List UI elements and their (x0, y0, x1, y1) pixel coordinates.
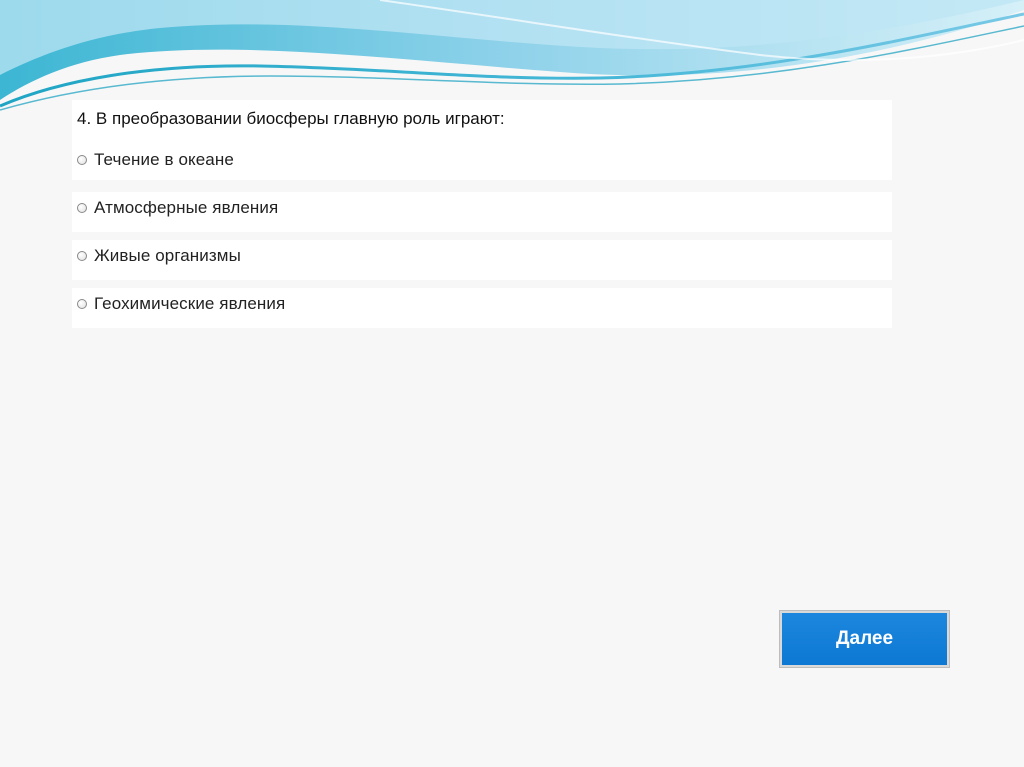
next-button[interactable]: Далее (779, 610, 950, 668)
answer-option-label: Живые организмы (94, 246, 241, 265)
answer-option-1[interactable]: Течение в океане (72, 144, 892, 184)
answer-option-label: Течение в океане (94, 150, 234, 169)
radio-button-icon[interactable] (77, 251, 87, 261)
answer-option-2[interactable]: Атмосферные явления (72, 192, 892, 232)
question-number: 4. (77, 109, 92, 128)
question-prompt: В преобразовании биосферы главную роль и… (95, 109, 505, 128)
answer-option-3[interactable]: Живые организмы (72, 240, 892, 280)
radio-button-icon[interactable] (77, 203, 87, 213)
answer-option-label: Геохимические явления (94, 294, 286, 313)
quiz-panel: 4. В преобразовании биосферы главную рол… (72, 96, 892, 328)
radio-button-icon[interactable] (77, 155, 87, 165)
radio-button-icon[interactable] (77, 299, 87, 309)
answer-option-label: Атмосферные явления (94, 198, 279, 217)
answer-option-4[interactable]: Геохимические явления (72, 288, 892, 328)
question-text: 4. В преобразовании биосферы главную рол… (77, 109, 505, 129)
